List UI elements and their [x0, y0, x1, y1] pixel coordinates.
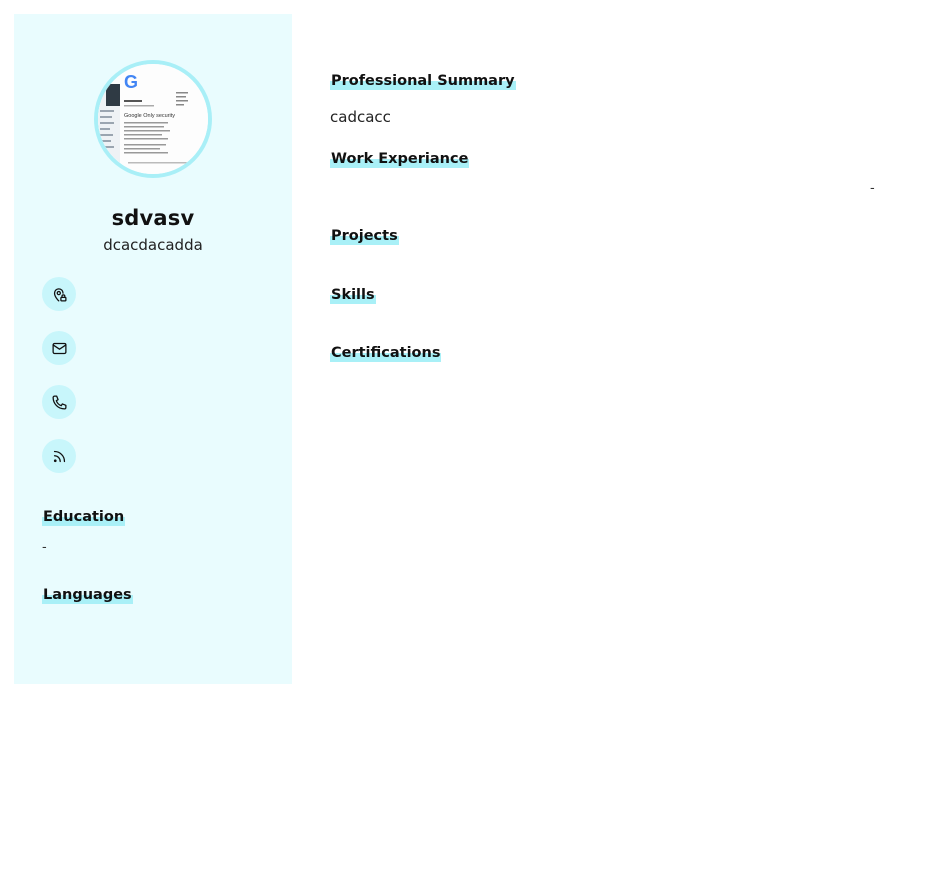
- education-heading: Education: [42, 508, 126, 526]
- professional-summary-heading: Professional Summary: [330, 72, 516, 90]
- work-experience-heading: Work Experiance: [330, 150, 470, 168]
- svg-text:G: G: [124, 72, 138, 92]
- svg-text:Google Only security: Google Only security: [124, 113, 175, 119]
- certifications-heading: Certifications: [330, 344, 442, 362]
- mail-icon[interactable]: [42, 331, 76, 365]
- avatar[interactable]: G Google Only security: [94, 60, 212, 178]
- avatar-image: G Google Only security: [98, 64, 208, 174]
- location-icon[interactable]: [42, 277, 76, 311]
- professional-summary-text: cadcacc: [330, 108, 391, 126]
- work-experience-value: -: [870, 181, 875, 196]
- projects-heading: Projects: [330, 227, 399, 245]
- profile-name: sdvasv: [111, 206, 195, 230]
- phone-icon[interactable]: [42, 385, 76, 419]
- rss-icon[interactable]: [42, 439, 76, 473]
- profile-tagline: dcacdacadda: [103, 236, 203, 254]
- languages-heading: Languages: [42, 586, 133, 604]
- avatar-screenshot-thumbnail: G Google Only security: [98, 64, 208, 174]
- sidebar: G Google Only security sdvasv dcacdacadd…: [14, 14, 292, 684]
- skills-heading: Skills: [330, 286, 376, 304]
- education-value: -: [42, 540, 47, 555]
